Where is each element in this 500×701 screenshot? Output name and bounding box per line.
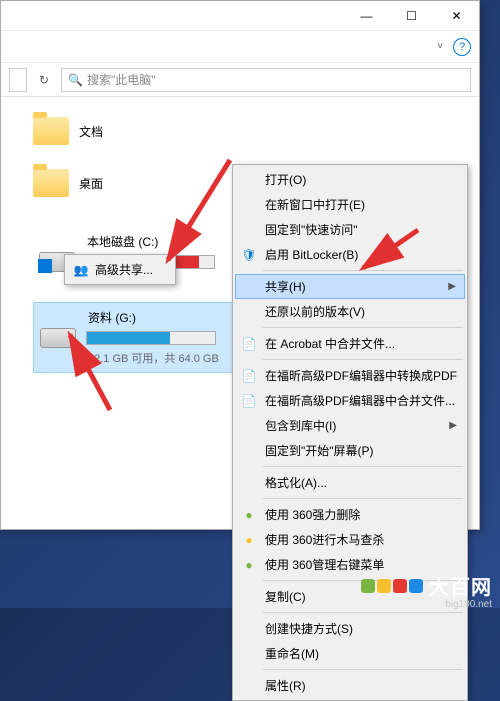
ctx-foxit-merge[interactable]: 📄在福昕高级PDF编辑器中合并文件... — [235, 388, 465, 413]
ctx-restore-previous[interactable]: 还原以前的版本(V) — [235, 299, 465, 324]
maximize-button[interactable]: ☐ — [389, 1, 434, 31]
help-icon[interactable]: ? — [453, 38, 471, 56]
address-bar[interactable] — [9, 68, 27, 92]
ctx-acrobat-merge[interactable]: 📄在 Acrobat 中合并文件... — [235, 331, 465, 356]
refresh-icon: ↻ — [39, 73, 49, 87]
watermark-subtext: big100.net — [445, 599, 492, 610]
shield-icon: 🛡 — [241, 247, 257, 263]
ctx-open-new-window[interactable]: 在新窗口中打开(E) — [235, 192, 465, 217]
ball-icon: ● — [241, 557, 257, 573]
drive-subtext: 22.1 GB 可用，共 64.0 GB — [88, 350, 226, 366]
folder-icon — [33, 169, 69, 197]
folder-documents[interactable]: 文档 — [33, 117, 479, 145]
ctx-pin-start[interactable]: 固定到"开始"屏幕(P) — [235, 438, 465, 463]
ctx-open[interactable]: 打开(O) — [235, 167, 465, 192]
ball-icon: ● — [241, 507, 257, 523]
submenu-arrow-icon: ▶ — [449, 420, 457, 431]
ctx-360-scan[interactable]: ●使用 360进行木马查杀 — [235, 527, 465, 552]
search-placeholder: 搜索"此电脑" — [87, 71, 156, 88]
share-submenu: 👥 高级共享... — [64, 254, 176, 285]
refresh-button[interactable]: ↻ — [33, 68, 55, 92]
ctx-separator — [263, 466, 463, 467]
drive-usage-bar — [86, 331, 216, 345]
pdf-icon: 📄 — [241, 368, 257, 384]
folder-icon — [33, 117, 69, 145]
ctx-separator — [263, 327, 463, 328]
watermark: 大百网 big100.net — [361, 571, 492, 600]
search-input[interactable]: 🔍 搜索"此电脑" — [61, 68, 471, 92]
context-menu: 打开(O) 在新窗口中打开(E) 固定到"快速访问" 🛡启用 BitLocker… — [232, 164, 468, 701]
ctx-separator — [263, 669, 463, 670]
ctx-separator — [263, 612, 463, 613]
pdf-icon: 📄 — [241, 336, 257, 352]
close-button[interactable]: ✕ — [434, 1, 479, 31]
submenu-arrow-icon: ▶ — [448, 281, 456, 292]
address-row: ↻ 🔍 搜索"此电脑" — [1, 63, 479, 97]
ctx-pin-quick-access[interactable]: 固定到"快速访问" — [235, 217, 465, 242]
drive-icon — [40, 328, 76, 348]
ctx-enable-bitlocker[interactable]: 🛡启用 BitLocker(B) — [235, 242, 465, 267]
ctx-format[interactable]: 格式化(A)... — [235, 470, 465, 495]
ctx-properties[interactable]: 属性(R) — [235, 673, 465, 698]
ribbon-toolbar: ˅ ? — [1, 31, 479, 63]
drive-g[interactable]: 资料 (G:) 22.1 GB 可用，共 64.0 GB — [33, 302, 233, 373]
ctx-foxit-convert[interactable]: 📄在福昕高级PDF编辑器中转换成PDF — [235, 363, 465, 388]
search-icon: 🔍 — [68, 73, 83, 87]
people-icon: 👥 — [73, 262, 89, 278]
ribbon-expand-chevron-icon[interactable]: ˅ — [437, 41, 443, 52]
ctx-separator — [263, 270, 463, 271]
ctx-360-force-delete[interactable]: ●使用 360强力删除 — [235, 502, 465, 527]
submenu-item-label: 高级共享... — [95, 261, 153, 278]
ctx-create-shortcut[interactable]: 创建快捷方式(S) — [235, 616, 465, 641]
titlebar: — ☐ ✕ — [1, 1, 479, 31]
ctx-separator — [263, 359, 463, 360]
ctx-rename[interactable]: 重命名(M) — [235, 641, 465, 666]
drive-label: 本地磁盘 (C:) — [87, 233, 227, 250]
pdf-icon: 📄 — [241, 393, 257, 409]
watermark-logo-icon — [361, 579, 423, 593]
watermark-text: 大百网 — [429, 571, 492, 600]
submenu-advanced-sharing[interactable]: 👥 高级共享... — [67, 257, 173, 282]
folder-label: 文档 — [79, 123, 103, 140]
ctx-include-library[interactable]: 包含到库中(I)▶ — [235, 413, 465, 438]
minimize-button[interactable]: — — [344, 1, 389, 31]
ball-icon: ● — [241, 532, 257, 548]
folder-label: 桌面 — [79, 175, 103, 192]
ctx-share[interactable]: 共享(H)▶ — [235, 274, 465, 299]
ctx-separator — [263, 498, 463, 499]
drive-label: 资料 (G:) — [88, 309, 226, 326]
